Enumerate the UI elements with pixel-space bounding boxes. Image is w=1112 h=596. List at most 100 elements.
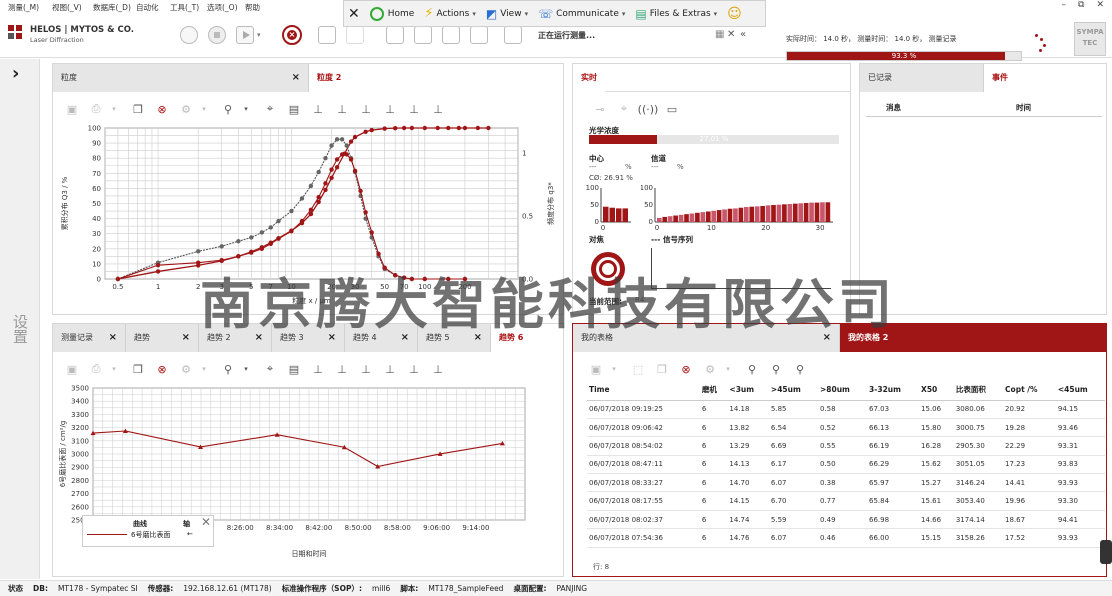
copy-icon[interactable]: ❐ — [129, 100, 147, 118]
settings-dropdown-icon[interactable]: ▾ — [719, 360, 737, 378]
sliders-icon[interactable] — [414, 26, 432, 44]
col-header[interactable]: Copt /% — [1003, 380, 1056, 401]
tab-events[interactable]: 事件 — [984, 64, 1106, 92]
zoom-dropdown-icon[interactable]: ▾ — [237, 360, 255, 378]
grid-icon[interactable]: ▦ — [715, 29, 724, 40]
zoom-reset-icon[interactable]: ⚲ — [791, 360, 809, 378]
tab-trend[interactable]: 趋势 × — [126, 324, 199, 352]
zoom-in-icon[interactable]: ⚲ — [743, 360, 761, 378]
refresh-icon[interactable] — [180, 26, 198, 44]
image-icon[interactable] — [442, 26, 460, 44]
trend-legend[interactable]: 曲线 轴 ✕ 6号磨比表面 ← — [82, 515, 214, 547]
axis-add-right-icon[interactable]: ⊥ — [357, 360, 375, 378]
smiley-icon[interactable]: ☺ — [727, 6, 742, 22]
signal-icon[interactable]: ((·)) — [638, 100, 659, 118]
col-header[interactable]: >80um — [817, 380, 868, 401]
save-dropdown-icon[interactable]: ▾ — [605, 360, 623, 378]
tab-measure-record[interactable]: 测量记录 × — [53, 324, 126, 352]
print-dropdown-icon[interactable]: ▾ — [105, 100, 123, 118]
col-header[interactable]: 磨机 — [699, 380, 728, 401]
collapse-icon[interactable]: « — [740, 29, 746, 40]
col-header[interactable]: >45um — [768, 380, 818, 401]
table-row[interactable]: 06/07/2018 09:19:25 6 14.18 5.85 0.58 67.03 15… — [587, 400, 1105, 419]
print-dropdown-icon[interactable]: ▾ — [105, 360, 123, 378]
ruler-icon[interactable]: ▭ — [663, 100, 681, 118]
minimize-button[interactable]: – — [1062, 0, 1067, 14]
laser-icon[interactable]: ⊸ — [591, 100, 609, 118]
cancel-measure-button[interactable]: × — [282, 25, 302, 45]
menu-view[interactable]: 视图(_V) — [52, 2, 82, 13]
copy-icon[interactable]: ❐ — [653, 360, 671, 378]
settings-icon[interactable]: ⚙ — [701, 360, 719, 378]
crosshair-icon[interactable]: ⌖ — [261, 100, 279, 118]
zoom-out-icon[interactable]: ⚲ — [767, 360, 785, 378]
print-icon[interactable]: ⎙ — [87, 360, 105, 378]
target-icon[interactable]: ⌖ — [615, 100, 633, 118]
axis-add-bottom-icon[interactable]: ⊥ — [405, 360, 423, 378]
select-icon[interactable]: ⬚ — [629, 360, 647, 378]
col-header[interactable]: 比表面积 — [953, 380, 1004, 401]
legend-view-icon[interactable]: ▤ — [285, 360, 303, 378]
close-tab-icon[interactable]: × — [292, 64, 300, 92]
table-row[interactable]: 06/07/2018 09:06:42 6 13.82 6.54 0.52 66.13 15… — [587, 418, 1105, 438]
play-dropdown-icon[interactable]: ▾ — [257, 31, 261, 39]
restore-button[interactable]: ⧉ — [1078, 0, 1084, 14]
floatbar-close-button[interactable]: ✕ — [348, 6, 360, 22]
crosshair-icon[interactable]: ⌖ — [261, 360, 279, 378]
axis-add-left-icon[interactable]: ⊥ — [309, 100, 327, 118]
axis-add-left-icon[interactable]: ⊥ — [309, 360, 327, 378]
delete-icon[interactable]: ⊗ — [677, 360, 695, 378]
close-tab-icon[interactable]: × — [109, 324, 117, 352]
legend-view-icon[interactable]: ▤ — [285, 100, 303, 118]
settings-dropdown-icon[interactable]: ▾ — [195, 360, 213, 378]
view-button[interactable]: ◩ View ▾ — [486, 7, 528, 21]
tab-recorded[interactable]: 已记录 — [860, 64, 984, 92]
table-row[interactable]: 06/07/2018 08:17:55 6 14.15 6.70 0.77 65.84 15… — [587, 491, 1105, 511]
table-row[interactable]: 06/07/2018 08:33:27 6 14.70 6.07 0.38 65.97 15… — [587, 473, 1105, 493]
save-icon[interactable]: ▣ — [587, 360, 605, 378]
zoom-icon[interactable]: ⚲ — [219, 100, 237, 118]
save-icon[interactable]: ▣ — [63, 100, 81, 118]
settings-dropdown-icon[interactable]: ▾ — [195, 100, 213, 118]
files-extras-button[interactable]: ▤ Files & Extras ▾ — [635, 7, 717, 21]
save-icon[interactable]: ▣ — [63, 360, 81, 378]
col-time[interactable]: 时间 — [1016, 102, 1031, 113]
axis-remove-left-icon[interactable]: ⊥ — [333, 100, 351, 118]
col-header[interactable]: 3-32um — [867, 380, 920, 401]
expand-arrow-icon[interactable]: › — [12, 63, 19, 84]
legend-close-icon[interactable]: ✕ — [201, 515, 211, 529]
zoom-icon[interactable]: ⚲ — [219, 360, 237, 378]
settings-icon[interactable]: ⚙ — [177, 100, 195, 118]
play-button[interactable] — [236, 26, 254, 44]
axis-remove-bottom-icon[interactable]: ⊥ — [429, 100, 447, 118]
axis-remove-right-icon[interactable]: ⊥ — [381, 100, 399, 118]
screen-icon[interactable] — [504, 26, 522, 44]
monitor-icon[interactable] — [386, 26, 404, 44]
tools-icon[interactable] — [470, 26, 488, 44]
delete-icon[interactable]: ⊗ — [153, 100, 171, 118]
menu-automation[interactable]: 自动化 — [136, 2, 159, 13]
dots-icon[interactable] — [346, 26, 364, 44]
axis-add-bottom-icon[interactable]: ⊥ — [405, 100, 423, 118]
table-row[interactable]: 06/07/2018 08:54:02 6 13.29 6.69 0.55 66.19 16… — [587, 436, 1105, 456]
menu-tools[interactable]: 工具(_T) — [170, 2, 199, 13]
delete-icon[interactable]: ⊗ — [153, 360, 171, 378]
col-header[interactable]: <3um — [727, 380, 769, 401]
axis-remove-bottom-icon[interactable]: ⊥ — [429, 360, 447, 378]
actions-button[interactable]: ⚡ Actions ▾ — [424, 6, 476, 21]
menu-help[interactable]: 帮助 — [245, 2, 260, 13]
menu-database[interactable]: 数据库(_D) — [93, 2, 131, 13]
zoom-dropdown-icon[interactable]: ▾ — [237, 100, 255, 118]
col-header[interactable]: X50 — [919, 380, 954, 401]
tab-realtime[interactable]: 实时 — [573, 64, 605, 92]
communicate-button[interactable]: ☏ Communicate ▾ — [538, 7, 625, 21]
table-row[interactable]: 06/07/2018 08:47:11 6 14.13 6.17 0.50 66.29 15… — [587, 455, 1105, 475]
axis-remove-left-icon[interactable]: ⊥ — [333, 360, 351, 378]
stop-button[interactable] — [208, 26, 226, 44]
col-header[interactable]: Time — [587, 380, 700, 401]
col-message[interactable]: 消息 — [886, 102, 901, 113]
home-button[interactable]: Home — [369, 6, 414, 21]
col-header[interactable]: <45um — [1055, 380, 1105, 401]
close-x-icon[interactable]: ✕ — [727, 29, 735, 40]
table-row[interactable]: 06/07/2018 07:54:36 6 14.76 6.07 0.46 66.00 15… — [587, 528, 1105, 548]
